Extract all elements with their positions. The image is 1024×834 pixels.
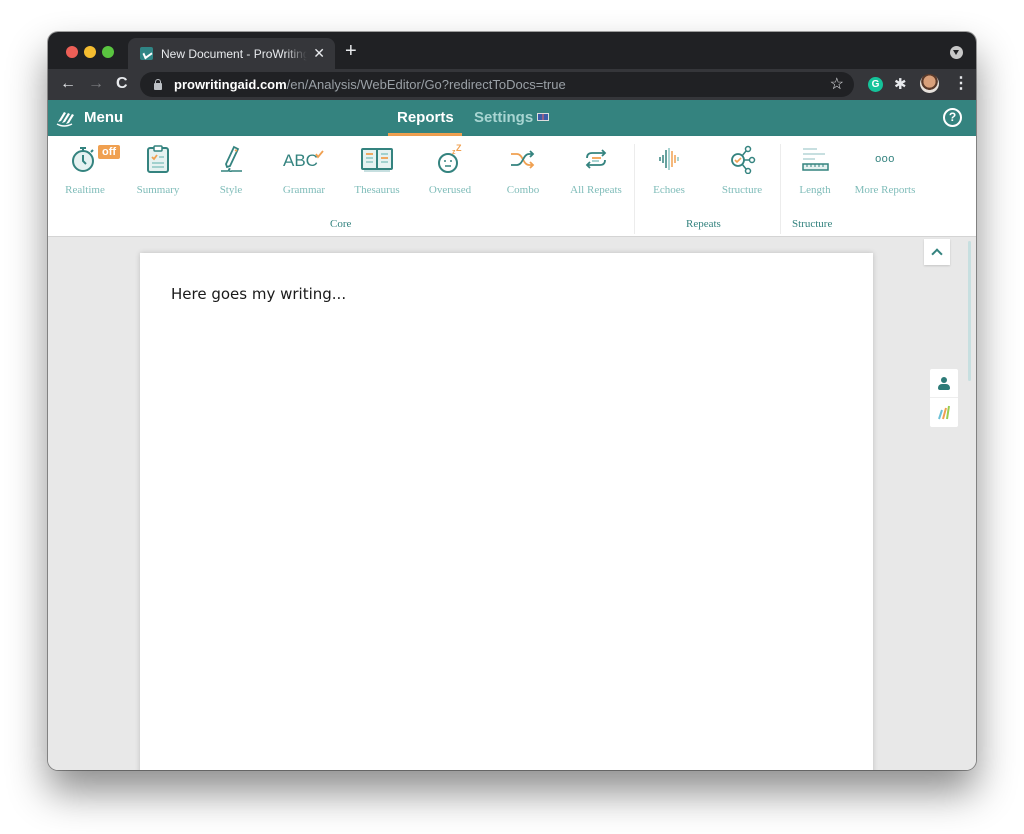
tab-settings[interactable]: Settings [474,109,550,126]
structure-nodes-icon [731,145,756,174]
clipboard-icon [147,145,169,173]
stats-button[interactable] [930,398,958,427]
close-tab-icon[interactable]: ✕ [313,45,325,62]
url-host: prowritingaid.com [174,77,287,92]
new-tab-button[interactable]: + [345,41,357,61]
tab-reports[interactable]: Reports [397,109,454,126]
report-grammar[interactable]: ABC Grammar [267,144,341,196]
report-more[interactable]: ooo More Reports [848,144,922,196]
repeat-icon [585,149,607,169]
report-label: Structure [721,184,763,196]
reports-ribbon: off Realtime Summary Style ABC Grammar T… [48,136,976,237]
shuffle-icon [511,150,535,169]
report-label: Style [219,184,243,196]
scrollbar[interactable] [968,241,971,381]
grammarly-extension-icon[interactable]: G [868,77,883,92]
report-echoes[interactable]: Echoes [632,144,706,196]
help-button[interactable]: ? [943,108,962,127]
stopwatch-icon [72,147,94,172]
bookmark-star-icon[interactable]: ☆ [830,74,844,94]
abc-check-icon: ABC [283,150,324,170]
tab-search-icon[interactable] [950,46,963,59]
report-label: Grammar [282,184,326,196]
more-icon: ooo [875,153,895,165]
close-window-button[interactable] [66,46,78,58]
colored-bars-icon [938,405,950,420]
report-label: Realtime [65,184,105,196]
lock-icon [154,78,162,90]
group-label-structure: Structure [792,218,833,230]
user-profile-button[interactable] [930,369,958,398]
minimize-window-button[interactable] [84,46,96,58]
report-style[interactable]: Style [194,144,268,196]
menu-button[interactable]: Menu [84,109,123,126]
maximize-window-button[interactable] [102,46,114,58]
report-overused[interactable]: z Z Overused [413,144,487,196]
ruler-icon [802,148,829,171]
svg-text:ABC: ABC [283,151,318,170]
group-label-repeats: Repeats [686,218,721,230]
svg-text:Z: Z [456,144,462,153]
report-summary[interactable]: Summary [121,144,195,196]
soundwave-icon [659,148,679,170]
tab-settings-label: Settings [474,109,534,126]
report-all-repeats[interactable]: All Repeats [559,144,633,196]
user-icon [941,377,947,383]
url-path: /en/Analysis/WebEditor/Go?redirectToDocs… [286,77,566,92]
editor-area: Here goes my writing... [48,237,976,770]
report-realtime[interactable]: off Realtime [48,144,122,196]
extensions-puzzle-icon[interactable]: ✱ [894,75,907,93]
report-thesaurus[interactable]: Thesaurus [340,144,414,196]
side-toolbar [930,369,958,427]
report-length[interactable]: Length [778,144,852,196]
report-label: Summary [136,184,180,196]
reload-button[interactable]: C [116,74,128,94]
forward-button[interactable]: → [88,74,104,94]
report-label: Thesaurus [354,184,400,196]
uk-flag-icon [537,113,550,121]
prowritingaid-logo-icon [56,112,74,127]
book-icon [361,148,393,172]
tab-title: New Document - ProWritingAid [161,46,308,61]
browser-toolbar: ← → C prowritingaid.com /en/Analysis/Web… [48,69,976,100]
report-label: Combo [506,184,540,196]
report-label: Overused [428,184,472,196]
app-header: Menu Reports Settings ? [48,100,976,136]
report-label: All Repeats [570,184,622,196]
browser-tab[interactable]: New Document - ProWritingAid ✕ [128,38,335,69]
prowritingaid-favicon-icon [140,47,153,60]
report-label: Echoes [653,184,685,196]
report-label: Length [799,184,831,196]
realtime-off-badge: off [98,145,121,159]
report-combo[interactable]: Combo [486,144,560,196]
pen-icon [221,145,242,172]
tab-strip: New Document - ProWritingAid ✕ + [48,32,976,69]
group-label-core: Core [330,218,352,230]
user-icon-body [938,384,950,390]
document-page[interactable]: Here goes my writing... [140,253,873,770]
profile-avatar[interactable] [920,74,939,93]
address-bar[interactable]: prowritingaid.com /en/Analysis/WebEditor… [140,72,854,97]
document-text[interactable]: Here goes my writing... [171,285,346,303]
report-structure[interactable]: Structure [705,144,779,196]
sleepy-face-icon: z Z [438,144,462,173]
report-label: More Reports [854,184,916,196]
back-button[interactable]: ← [60,74,76,94]
collapse-ribbon-button[interactable] [924,239,950,265]
browser-menu-icon[interactable]: ⋮ [953,74,969,94]
browser-window: New Document - ProWritingAid ✕ + ← → C p… [48,32,976,770]
